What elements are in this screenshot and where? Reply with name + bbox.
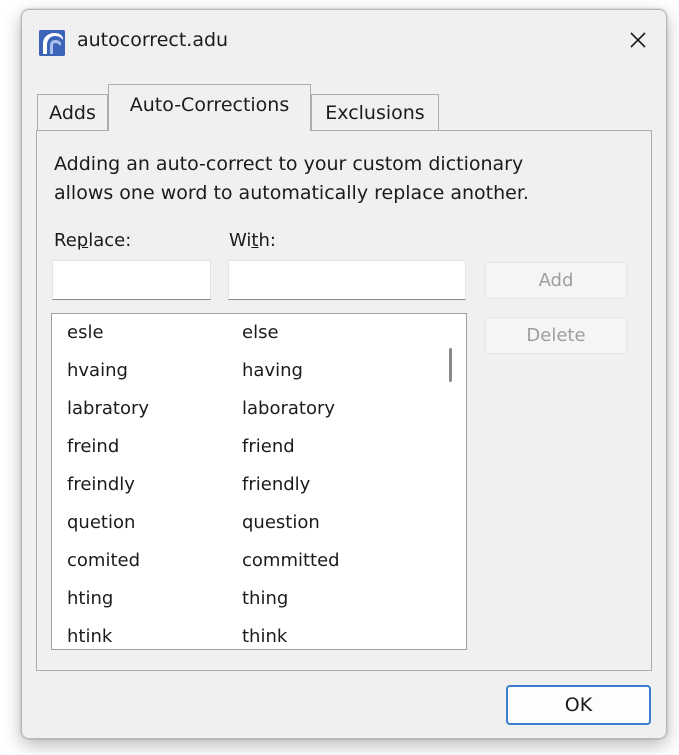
with-label: With: <box>229 230 276 251</box>
misspelling: hvaing <box>67 360 128 381</box>
replace-input[interactable] <box>52 260 211 300</box>
list-item[interactable]: hting thing <box>52 588 432 621</box>
list-item[interactable]: freind friend <box>52 436 432 469</box>
tab-adds[interactable]: Adds <box>37 94 108 130</box>
tab-exclusions[interactable]: Exclusions <box>311 94 439 130</box>
ok-button-label: OK <box>564 694 593 716</box>
scroll-thumb[interactable] <box>449 348 452 382</box>
close-icon <box>630 32 646 48</box>
replacement: question <box>242 512 320 533</box>
misspelling: freindly <box>67 474 135 495</box>
tab-auto-corrections-label: Auto-Corrections <box>129 94 290 116</box>
replacement: friendly <box>242 474 311 495</box>
app-logo-icon <box>39 30 65 56</box>
misspelling: labratory <box>67 398 150 419</box>
replacement: having <box>242 360 303 381</box>
panel-description: Adding an auto-correct to your custom di… <box>54 150 614 208</box>
replacement: else <box>242 322 279 343</box>
misspelling: esle <box>67 322 104 343</box>
replacement: laboratory <box>242 398 336 419</box>
replacement: thing <box>242 588 289 609</box>
ok-button[interactable]: OK <box>506 685 651 725</box>
replace-label-key: p <box>76 230 89 251</box>
window-title: autocorrect.adu <box>77 29 229 51</box>
corrections-list[interactable]: esle else hvaing having labratory labora… <box>51 313 467 650</box>
description-line-1: Adding an auto-correct to your custom di… <box>54 153 524 175</box>
list-item[interactable]: comited committed <box>52 550 432 583</box>
delete-button[interactable]: Delete <box>485 317 627 354</box>
close-button[interactable] <box>618 22 658 58</box>
replace-label-post: lace: <box>88 230 132 251</box>
tab-auto-corrections[interactable]: Auto-Corrections <box>108 84 311 131</box>
tab-exclusions-label: Exclusions <box>325 101 425 124</box>
misspelling: comited <box>67 550 141 571</box>
replacement: think <box>242 626 288 647</box>
with-input[interactable] <box>228 260 466 300</box>
autocorrect-dialog: autocorrect.adu Adds Auto-Corrections Ex… <box>21 9 667 739</box>
misspelling: htink <box>67 626 113 647</box>
list-item[interactable]: quetion question <box>52 512 432 545</box>
misspelling: freind <box>67 436 120 457</box>
list-item[interactable]: esle else <box>52 322 432 355</box>
list-item[interactable]: hvaing having <box>52 360 432 393</box>
replacement: friend <box>242 436 295 457</box>
list-item[interactable]: htink think <box>52 626 432 649</box>
list-item[interactable]: freindly friendly <box>52 474 432 507</box>
title-bar[interactable]: autocorrect.adu <box>22 10 666 72</box>
replace-label: Replace: <box>54 230 131 251</box>
misspelling: quetion <box>67 512 136 533</box>
add-button[interactable]: Add <box>485 262 627 299</box>
replace-label-pre: Re <box>54 230 77 251</box>
misspelling: hting <box>67 588 114 609</box>
tab-adds-label: Adds <box>49 101 96 124</box>
add-button-label: Add <box>538 270 574 291</box>
delete-button-label: Delete <box>526 325 586 346</box>
list-scrollbar[interactable] <box>435 315 465 648</box>
description-line-2: allows one word to automatically replace… <box>54 182 529 204</box>
with-label-pre: Wi <box>229 230 252 251</box>
replacement: committed <box>242 550 340 571</box>
list-item[interactable]: labratory laboratory <box>52 398 432 431</box>
with-label-post: h: <box>258 230 276 251</box>
